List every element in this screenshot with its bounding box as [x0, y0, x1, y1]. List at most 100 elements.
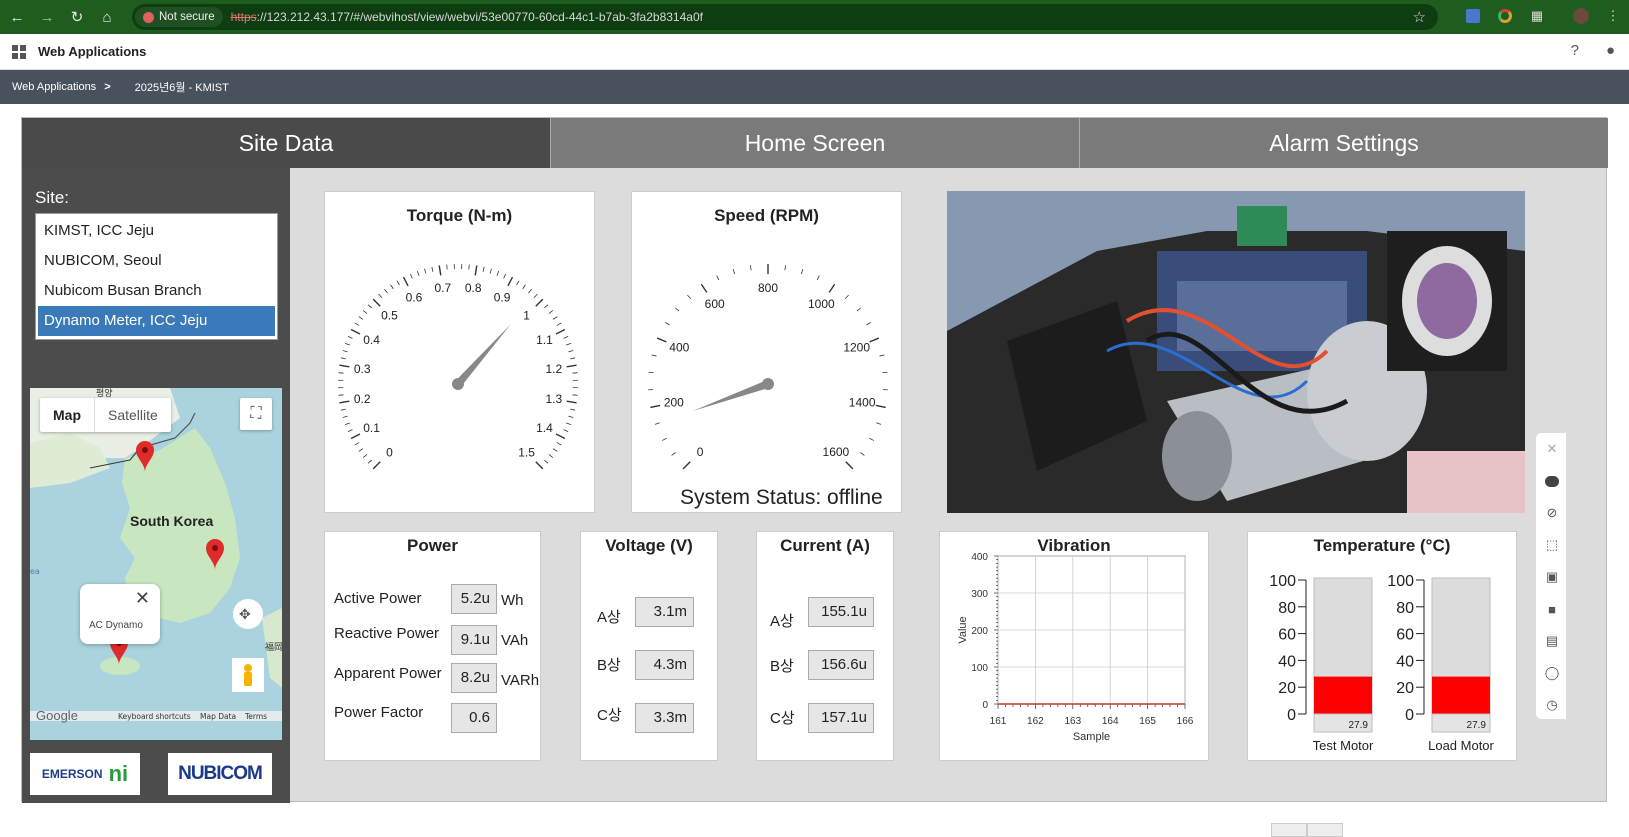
reload-icon[interactable]: ↻	[64, 4, 90, 30]
url-text[interactable]: https://123.212.43.177/#/webvihost/view/…	[231, 10, 703, 24]
gauge-minor-tick	[563, 429, 569, 433]
gauge-minor-tick	[552, 448, 558, 452]
site-listbox[interactable]: KIMST, ICC Jeju NUBICOM, Seoul Nubicom B…	[35, 213, 278, 340]
address-bar[interactable]: Not secure https://123.212.43.177/#/webv…	[132, 4, 1438, 30]
notification-off-icon[interactable]: ⊘	[1536, 497, 1568, 529]
gauge-tick-label: 600	[705, 297, 725, 311]
gauge-tick-label: 200	[664, 396, 684, 410]
chat-icon[interactable]: ◯	[1536, 657, 1568, 689]
temperature-thermometers: 100 80 60 40 20 0 27.9 Test Motor 100 80 60 40 20 0 27…	[1269, 573, 1494, 753]
map-type-satellite[interactable]: Satellite	[94, 398, 171, 432]
gauge-minor-tick	[367, 304, 373, 309]
temp-tick-label: 20	[1278, 680, 1296, 697]
user-icon[interactable]: ●	[1606, 42, 1615, 59]
back-icon[interactable]: ←	[4, 4, 30, 30]
gauge-minor-tick	[556, 322, 562, 326]
gauge-tick-label: 1.4	[536, 421, 553, 435]
map-keyboard-shortcuts[interactable]: Keyboard shortcuts	[118, 712, 191, 721]
gauge-minor-tick	[866, 321, 872, 326]
apps-grid-icon[interactable]	[12, 44, 26, 59]
bottom-button-left[interactable]	[1271, 823, 1307, 837]
gauge-tick-label: 0.8	[465, 281, 482, 295]
left-sidebar: Site: KIMST, ICC Jeju NUBICOM, Seoul Nub…	[22, 168, 290, 803]
tab-site-data[interactable]: Site Data	[22, 118, 551, 168]
map-terms-link[interactable]: Terms	[244, 712, 267, 721]
current-phase-label: B상	[770, 658, 794, 675]
talk-icon[interactable]	[1536, 465, 1568, 497]
not-secure-badge[interactable]: Not secure	[135, 7, 223, 27]
gauge-tick-label: 1.2	[545, 362, 562, 376]
app-header: Web Applications ? ●	[0, 34, 1629, 70]
voltage-phase-label: A상	[597, 609, 621, 626]
calendar-icon[interactable]: ▤	[1536, 625, 1568, 657]
breadcrumb-root[interactable]: Web Applications	[12, 81, 96, 93]
gauge-major-tick	[682, 461, 691, 470]
forward-icon[interactable]: →	[34, 4, 60, 30]
star-icon[interactable]: ☆	[1413, 8, 1426, 26]
map-type-control: Map Satellite	[40, 398, 171, 432]
gauge-major-tick	[474, 265, 478, 276]
tab-home-screen[interactable]: Home Screen	[551, 118, 1080, 168]
temp-tick-label: 80	[1278, 600, 1296, 617]
gauge-minor-tick	[879, 354, 885, 357]
current-value: 155.1u	[808, 597, 874, 627]
gauge-tick-label: 800	[758, 281, 778, 295]
map-type-map[interactable]: Map	[40, 398, 94, 432]
gauge-minor-tick	[844, 294, 849, 300]
logo-strip: EMERSON ni NUBICOM	[30, 753, 282, 795]
site-item-selected[interactable]: Dynamo Meter, ICC Jeju	[38, 306, 275, 336]
chart-x-axis-label: Sample	[1073, 731, 1110, 743]
color-icon[interactable]	[1494, 5, 1516, 27]
power-title: Power	[406, 536, 459, 555]
bottom-button-right[interactable]	[1307, 823, 1343, 837]
map-data-link[interactable]: Map Data	[200, 712, 236, 721]
gauge-minor-tick	[548, 454, 554, 458]
close-icon[interactable]: ✕	[1536, 433, 1568, 465]
power-value: 8.2u	[451, 663, 497, 693]
site-item[interactable]: NUBICOM, Seoul	[38, 246, 275, 276]
power-label: Active Power	[334, 590, 422, 607]
capture-icon[interactable]: ▣	[1536, 561, 1568, 593]
fullscreen-icon[interactable]: ⛶	[240, 398, 272, 430]
translate-icon[interactable]	[1462, 5, 1484, 27]
gauge-minor-tick	[358, 448, 364, 452]
close-icon[interactable]: ✕	[135, 588, 150, 609]
map-place-west: ea	[30, 567, 40, 576]
select-area-icon[interactable]: ⬚	[1536, 529, 1568, 561]
gauge-minor-tick	[566, 342, 572, 346]
gauge-minor-tick	[362, 310, 368, 314]
gauge-tick-label: 0.1	[363, 421, 380, 435]
extensions-icon[interactable]: ▦	[1526, 5, 1548, 27]
torque-card: Torque (N-m) 0 0.1 0.2 0.3 0.4 0.5 0.6 0.7 0.8 0.…	[324, 191, 595, 513]
site-item[interactable]: Nubicom Busan Branch	[38, 276, 275, 306]
gauge-major-tick	[535, 298, 544, 307]
home-icon[interactable]: ⌂	[94, 4, 120, 30]
vibration-chart: 161 162 163 164 165 166 0 100 200 300 400 Sample Val…	[957, 552, 1194, 743]
gauge-minor-tick	[671, 452, 676, 456]
floating-side-toolbar: ✕ ⊘ ⬚ ▣ ■ ▤ ◯ ◷	[1535, 432, 1567, 720]
gauge-minor-tick	[784, 265, 787, 271]
gauge-minor-tick	[716, 275, 720, 281]
map-widget[interactable]: 평양 ea 福岡 South Korea ✥ Keyboard shortcut…	[30, 388, 282, 740]
menu-icon[interactable]: ⋮	[1602, 5, 1624, 27]
gauge-minor-tick	[674, 307, 680, 312]
tab-alarm-settings[interactable]: Alarm Settings	[1080, 118, 1608, 168]
gauge-major-tick	[869, 337, 880, 343]
map-canvas[interactable]: 평양 ea 福岡 South Korea ✥ Keyboard shortcut…	[30, 388, 282, 740]
temp-fill	[1432, 676, 1490, 714]
chart-y-tick-label: 0	[982, 700, 988, 711]
emerson-ni-logo: EMERSON ni	[30, 753, 140, 795]
timer-icon[interactable]: ◷	[1536, 689, 1568, 721]
temp-tick-label: 60	[1396, 627, 1414, 644]
gauge-minor-tick	[516, 280, 520, 286]
dynamometer-image	[947, 191, 1525, 513]
avatar-icon[interactable]	[1570, 5, 1592, 27]
site-label: Site:	[35, 188, 70, 207]
record-icon[interactable]: ■	[1536, 593, 1568, 625]
gauge-minor-tick	[362, 454, 368, 458]
voltage-phase-label: C상	[597, 707, 622, 724]
map-country-label: South Korea	[130, 513, 213, 529]
help-icon[interactable]: ?	[1571, 42, 1579, 59]
site-item[interactable]: KIMST, ICC Jeju	[38, 216, 275, 246]
temp-motor-name: Load Motor	[1428, 738, 1494, 753]
